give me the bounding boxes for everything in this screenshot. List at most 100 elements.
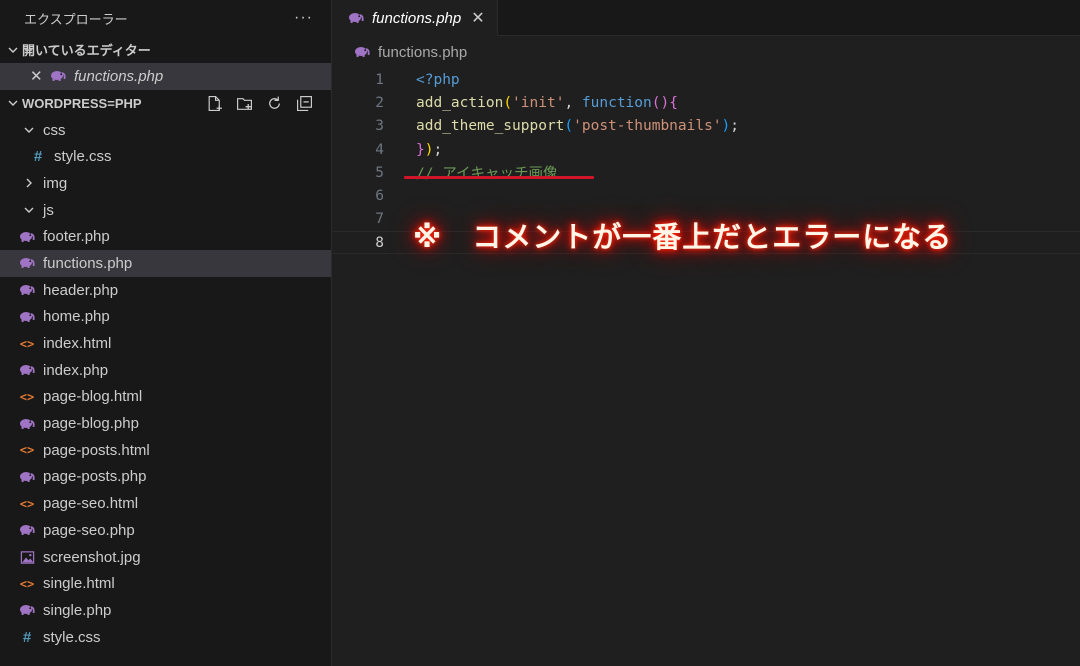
php-icon xyxy=(19,469,35,485)
chevron-down-icon xyxy=(4,97,22,109)
css-icon: # xyxy=(33,148,43,166)
close-icon[interactable]: ✕ xyxy=(30,67,50,85)
code-keyword: function xyxy=(581,94,652,111)
code-line: 2 add_action('init', function(){ xyxy=(332,91,1080,114)
code-string: 'post-thumbnails' xyxy=(573,118,722,135)
tab-functions-php[interactable]: functions.php ✕ xyxy=(332,0,498,36)
annotation-text: ※ コメントが一番上だとエラーになる xyxy=(413,220,953,254)
line-number: 8 xyxy=(375,234,384,251)
code-php-open-tag: <?php xyxy=(416,71,460,88)
line-number: 4 xyxy=(375,141,384,158)
image-icon xyxy=(19,549,35,565)
file-label: style.css xyxy=(54,148,112,166)
php-icon xyxy=(19,309,35,325)
workspace-header[interactable]: WORDPRESS=PHP xyxy=(0,90,331,117)
file-label: page-blog.php xyxy=(43,415,139,433)
file-label: index.html xyxy=(43,335,112,353)
file-index-php[interactable]: index.php xyxy=(0,357,331,384)
file-footer-php[interactable]: footer.php xyxy=(0,223,331,250)
html-icon: <> xyxy=(19,443,35,458)
new-folder-icon[interactable] xyxy=(235,94,253,112)
line-number: 1 xyxy=(375,71,384,88)
chevron-right-icon xyxy=(20,177,38,189)
more-icon[interactable]: ··· xyxy=(294,9,313,27)
file-label: page-posts.php xyxy=(43,468,147,486)
code-string: 'init' xyxy=(512,94,565,111)
open-editors-label: 開いているエディター xyxy=(22,43,151,58)
file-label: index.php xyxy=(43,361,109,379)
annotation-underline xyxy=(404,176,594,179)
open-editor-item[interactable]: ✕ functions.php xyxy=(0,63,331,90)
file-page-seo-html[interactable]: <> page-seo.html xyxy=(0,490,331,517)
file-page-posts-html[interactable]: <> page-posts.html xyxy=(0,437,331,464)
file-functions-php[interactable]: functions.php xyxy=(0,250,331,277)
code-line: 4 }); xyxy=(332,138,1080,161)
breadcrumb: functions.php xyxy=(332,36,1080,68)
code-line: 5 // アイキャッチ画像 xyxy=(332,161,1080,184)
line-number: 2 xyxy=(375,94,384,111)
css-icon: # xyxy=(22,628,32,646)
html-icon: <> xyxy=(19,576,35,591)
file-label: page-seo.html xyxy=(43,495,139,513)
file-page-blog-html[interactable]: <> page-blog.html xyxy=(0,384,331,411)
file-index-html[interactable]: <> index.html xyxy=(0,330,331,357)
file-label: single.php xyxy=(43,601,112,619)
code-comment: // アイキャッチ画像 xyxy=(416,166,558,183)
close-icon[interactable]: ✕ xyxy=(471,8,484,28)
file-label: css xyxy=(43,121,66,139)
tab-bar: functions.php ✕ xyxy=(332,0,1080,36)
php-icon xyxy=(19,522,35,538)
explorer-header: エクスプローラー ··· xyxy=(0,0,331,36)
file-label: functions.php xyxy=(43,254,133,272)
workspace-label: WORDPRESS=PHP xyxy=(22,95,142,111)
explorer-sidebar: エクスプローラー ··· 開いているエディター ✕ functions.php … xyxy=(0,0,332,666)
tab-label: functions.php xyxy=(372,9,462,27)
file-page-seo-php[interactable]: page-seo.php xyxy=(0,517,331,544)
code-line: 1 <?php xyxy=(332,68,1080,91)
php-icon xyxy=(348,10,364,26)
file-single-php[interactable]: single.php xyxy=(0,597,331,624)
php-icon xyxy=(19,255,35,271)
code-line: 3 add_theme_support('post-thumbnails'); xyxy=(332,115,1080,138)
code-line-text: }); xyxy=(416,141,443,158)
code-line: 6 xyxy=(332,184,1080,207)
php-icon xyxy=(354,44,370,60)
file-label: home.php xyxy=(43,308,110,326)
file-label: img xyxy=(43,174,68,192)
file-home-php[interactable]: home.php xyxy=(0,304,331,331)
file-style-css[interactable]: # style.css xyxy=(0,624,331,651)
line-number: 7 xyxy=(375,211,384,228)
file-label: footer.php xyxy=(43,228,110,246)
file-label: header.php xyxy=(43,281,119,299)
file-label: page-posts.html xyxy=(43,441,150,459)
file-label: page-seo.php xyxy=(43,521,135,539)
new-file-icon[interactable] xyxy=(205,94,223,112)
file-page-posts-php[interactable]: page-posts.php xyxy=(0,464,331,491)
folder-img[interactable]: img xyxy=(0,170,331,197)
file-screenshot-jpg[interactable]: screenshot.jpg xyxy=(0,544,331,571)
code-function-name: add_theme_support xyxy=(416,118,565,135)
refresh-icon[interactable] xyxy=(265,94,283,112)
file-single-html[interactable]: <> single.html xyxy=(0,570,331,597)
file-label: page-blog.html xyxy=(43,388,143,406)
php-icon xyxy=(19,362,35,378)
file-header-php[interactable]: header.php xyxy=(0,277,331,304)
php-icon xyxy=(19,282,35,298)
editor-area: functions.php ✕ functions.php 1 <?php 2 … xyxy=(332,0,1080,666)
file-page-blog-php[interactable]: page-blog.php xyxy=(0,410,331,437)
line-number: 3 xyxy=(375,118,384,135)
collapse-all-icon[interactable] xyxy=(295,94,313,112)
file-label: style.css xyxy=(43,628,101,646)
open-editors-header[interactable]: 開いているエディター xyxy=(0,36,331,63)
chevron-down-icon xyxy=(20,124,38,136)
folder-js[interactable]: js xyxy=(0,197,331,224)
folder-css[interactable]: css xyxy=(0,117,331,144)
php-icon xyxy=(19,229,35,245)
file-label: js xyxy=(43,201,54,219)
file-style-css[interactable]: # style.css xyxy=(0,143,331,170)
php-icon xyxy=(50,68,66,84)
file-tree: css # style.css img js footer.php functions.ph… xyxy=(0,117,331,651)
breadcrumb-file[interactable]: functions.php xyxy=(378,44,467,61)
html-icon: <> xyxy=(19,496,35,511)
html-icon: <> xyxy=(19,336,35,351)
